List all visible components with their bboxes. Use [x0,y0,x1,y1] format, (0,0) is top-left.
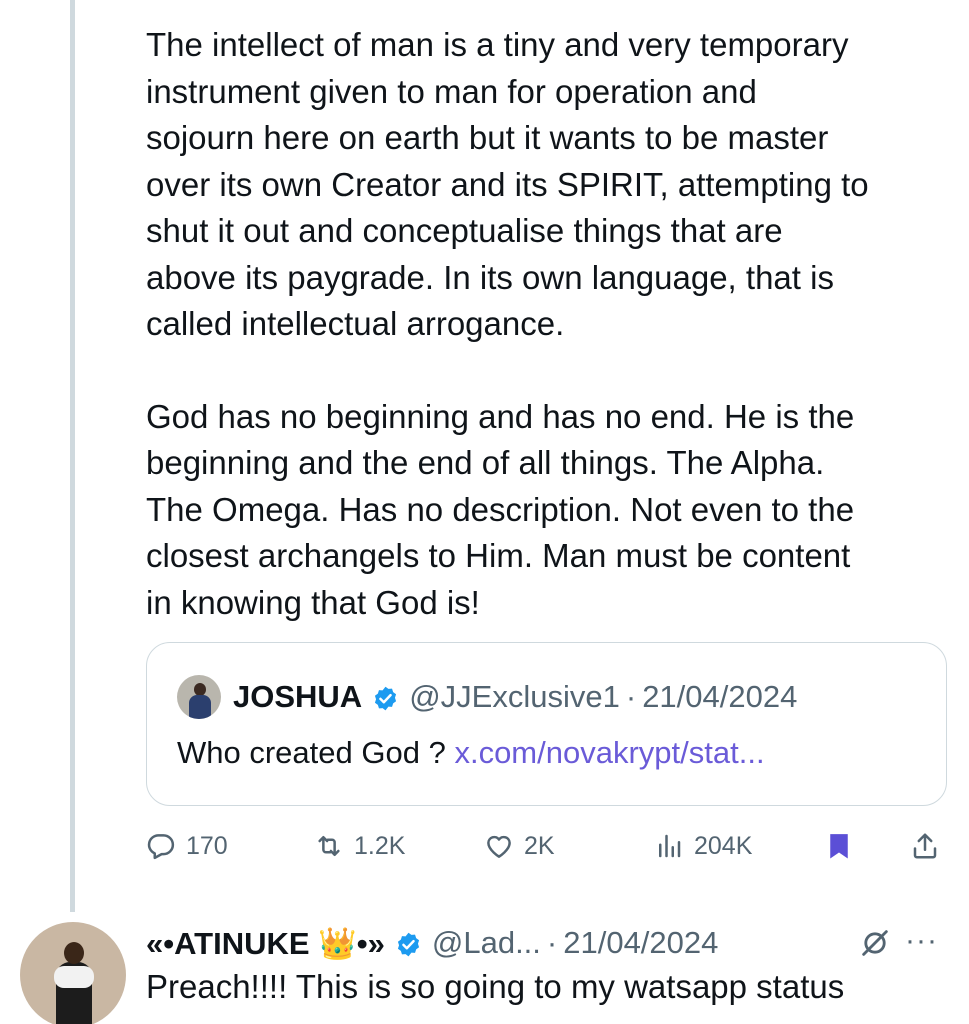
heart-icon [487,835,511,858]
share-button[interactable] [910,822,940,870]
reply-icon [147,834,175,860]
mute-conversation-icon[interactable] [858,926,892,965]
quoted-user-name[interactable]: JOSHUA [233,679,362,715]
quoted-tweet-date[interactable]: 21/04/2024 [642,679,797,715]
verified-badge-icon [372,684,399,711]
quoted-tweet-link[interactable]: x.com/novakrypt/stat... [454,735,764,770]
quoted-tweet-card[interactable]: JOSHUA @JJExclusive1 · 21/04/2024 Who cr… [146,642,947,806]
share-icon [913,833,937,859]
views-count: 204K [694,831,753,860]
tweet-paragraph-1: The intellect of man is a tiny and very … [146,26,869,342]
verified-badge-icon [395,930,422,957]
reply-user-name[interactable]: «•ATINUKE 👑•» [146,925,385,962]
tweet-detail-page: The intellect of man is a tiny and very … [0,0,969,1024]
repost-icon [318,836,340,856]
views-chart-icon [659,834,681,858]
quoted-tweet-header: JOSHUA @JJExclusive1 · 21/04/2024 [177,673,797,721]
quoted-tweet-body: Who created God ? [177,735,446,770]
quoted-tweet-text: Who created God ? x.com/novakrypt/stat..… [177,735,765,771]
reply-button[interactable]: 170 [146,822,228,870]
bookmark-button[interactable] [824,822,854,870]
repost-button[interactable]: 1.2K [314,822,405,870]
reply-user-handle[interactable]: @Lad... [432,925,541,961]
thread-connector-line [70,0,75,912]
reply-date[interactable]: 21/04/2024 [563,925,718,961]
views-button[interactable]: 204K [654,822,752,870]
quoted-user-avatar[interactable] [177,675,221,719]
like-count: 2K [524,831,555,860]
reply-user-avatar[interactable] [20,922,126,1024]
repost-count: 1.2K [354,831,406,860]
reply-text: Preach!!!! This is so going to my watsap… [146,968,845,1005]
reply-tweet[interactable]: «•ATINUKE 👑•» @Lad... · 21/04/2024 ··· P… [0,910,969,1024]
like-button[interactable]: 2K [484,822,555,870]
header-separator: · [546,925,558,960]
reply-header: «•ATINUKE 👑•» @Lad... · 21/04/2024 [146,918,718,968]
reply-count: 170 [186,831,228,860]
tweet-paragraph-2: God has no beginning and has no end. He … [146,397,855,621]
bookmark-filled-icon [830,834,848,859]
tweet-action-bar: 170 1.2K 2K 204K [146,822,946,870]
tweet-text: The intellect of man is a tiny and very … [146,22,956,626]
quoted-user-handle[interactable]: @JJExclusive1 [409,679,620,715]
more-options-icon[interactable]: ··· [905,924,938,958]
header-separator: · [625,679,637,714]
